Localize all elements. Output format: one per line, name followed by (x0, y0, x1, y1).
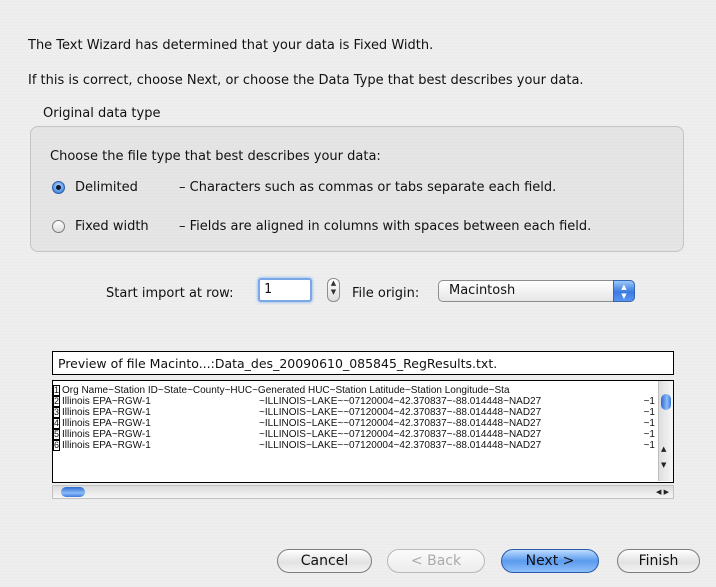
start-row-label: Start import at row: (106, 286, 234, 301)
scroll-right-icon[interactable]: ▶ (664, 488, 669, 496)
scroll-down-icon[interactable]: ▼ (661, 461, 666, 469)
intro-line-2: If this is correct, choose Next, or choo… (28, 73, 584, 88)
table-cell: ~1 (643, 429, 655, 440)
table-row: 1 Org Name~Station ID~State~County~HUC~G… (53, 385, 659, 396)
table-cell: Illinois EPA~RGW-1 (62, 418, 151, 429)
table-row: 4 Illinois EPA~RGW-1 ~ILLINOIS~LAKE~~071… (53, 418, 659, 429)
table-cell: ~ILLINOIS~LAKE~~07120004~42.370837~-88.0… (259, 418, 542, 429)
table-cell: ~ILLINOIS~LAKE~~07120004~42.370837~-88.0… (259, 396, 542, 407)
table-row: 6 Illinois EPA~RGW-1 ~ILLINOIS~LAKE~~071… (53, 440, 659, 451)
start-row-stepper[interactable]: ▲ ▼ (327, 278, 340, 302)
radio-fixed-width-description: – Fields are aligned in columns with spa… (179, 218, 592, 234)
scroll-up-icon[interactable]: ▲ (661, 445, 666, 453)
back-button[interactable]: < Back (387, 549, 485, 573)
table-cell: ~ILLINOIS~LAKE~~07120004~42.370837~-88.0… (259, 440, 542, 451)
table-cell: ~1 (643, 418, 655, 429)
vertical-scroll-thumb[interactable] (661, 394, 671, 410)
table-row: 3 Illinois EPA~RGW-1 ~ILLINOIS~LAKE~~071… (53, 407, 659, 418)
table-cell: ~ILLINOIS~LAKE~~07120004~42.370837~-88.0… (259, 407, 542, 418)
file-origin-value: Macintosh (449, 283, 516, 298)
row-number: 4 (53, 418, 60, 429)
table-cell: Org Name~Station ID~State~County~HUC~Gen… (62, 385, 510, 396)
radio-delimited-label: Delimited (75, 179, 138, 195)
table-cell: Illinois EPA~RGW-1 (62, 429, 151, 440)
preview-title-box: Preview of file Macinto...:Data_des_2009… (52, 351, 674, 375)
horizontal-scrollbar[interactable]: ◀ ▶ (52, 485, 674, 499)
table-row: 2 Illinois EPA~RGW-1 ~ILLINOIS~LAKE~~071… (53, 396, 659, 407)
row-number: 5 (53, 429, 60, 440)
table-cell: Illinois EPA~RGW-1 (62, 396, 151, 407)
radio-delimited-description: – Characters such as commas or tabs sepa… (179, 179, 557, 195)
scroll-left-icon[interactable]: ◀ (656, 488, 661, 496)
table-cell: Illinois EPA~RGW-1 (62, 440, 151, 451)
stepper-down-icon[interactable]: ▼ (328, 288, 339, 297)
vertical-scrollbar[interactable]: ▲ ▼ (658, 381, 673, 481)
choose-type-label: Choose the file type that best describes… (50, 149, 381, 164)
table-cell: ~1 (643, 407, 655, 418)
table-cell: Illinois EPA~RGW-1 (62, 407, 151, 418)
row-number: 3 (53, 407, 60, 418)
radio-fixed-width[interactable]: Fixed width – Fields are aligned in colu… (52, 217, 591, 235)
horizontal-scroll-thumb[interactable] (61, 487, 85, 497)
radio-fixed-width-label: Fixed width (75, 218, 149, 234)
intro-line-1: The Text Wizard has determined that your… (28, 38, 434, 53)
group-title: Original data type (43, 106, 161, 121)
start-row-input[interactable]: 1 (258, 278, 312, 302)
row-number: 6 (53, 440, 60, 451)
next-button[interactable]: Next > (501, 549, 599, 573)
table-row: 5 Illinois EPA~RGW-1 ~ILLINOIS~LAKE~~071… (53, 429, 659, 440)
cancel-button[interactable]: Cancel (277, 549, 372, 573)
horizontal-scroll-arrows[interactable]: ◀ ▶ (656, 486, 669, 498)
file-origin-label: File origin: (352, 286, 420, 301)
stepper-up-icon[interactable]: ▲ (328, 279, 339, 288)
radio-unselected-icon (52, 219, 65, 233)
preview-table[interactable]: 1 Org Name~Station ID~State~County~HUC~G… (52, 380, 674, 483)
table-cell: ~1 (643, 396, 655, 407)
radio-selected-icon (52, 180, 65, 194)
file-origin-select[interactable]: Macintosh ▲ ▼ (438, 280, 635, 302)
select-arrows-icon: ▲ ▼ (613, 280, 635, 302)
row-number: 2 (53, 396, 60, 407)
table-cell: ~ILLINOIS~LAKE~~07120004~42.370837~-88.0… (259, 429, 542, 440)
row-number: 1 (53, 385, 60, 396)
radio-delimited[interactable]: Delimited – Characters such as commas or… (52, 178, 556, 196)
table-cell: ~1 (643, 440, 655, 451)
preview-title: Preview of file Macinto...:Data_des_2009… (58, 356, 498, 371)
finish-button[interactable]: Finish (617, 549, 700, 573)
